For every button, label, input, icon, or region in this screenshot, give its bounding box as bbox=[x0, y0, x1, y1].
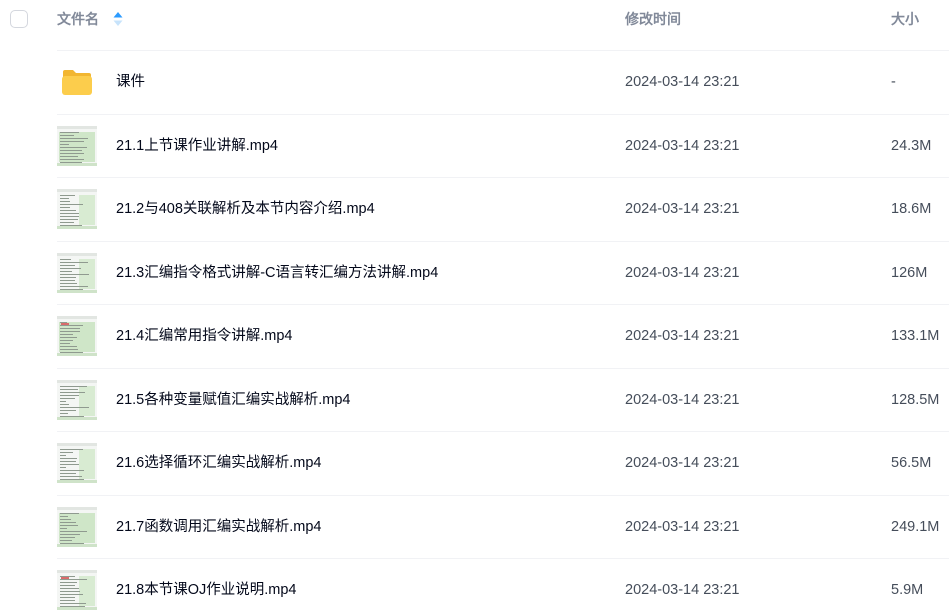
column-header-size[interactable]: 大小 bbox=[891, 10, 919, 28]
file-modified-time: 2024-03-14 23:21 bbox=[625, 391, 740, 408]
file-name[interactable]: 21.4汇编常用指令讲解.mp4 bbox=[116, 327, 292, 345]
video-thumbnail bbox=[57, 443, 97, 483]
column-header-modified-time[interactable]: 修改时间 bbox=[625, 10, 681, 28]
file-modified-time: 2024-03-14 23:21 bbox=[625, 264, 740, 281]
video-thumbnail bbox=[57, 252, 97, 293]
file-name[interactable]: 21.8本节课OJ作业说明.mp4 bbox=[116, 581, 297, 599]
video-thumbnail bbox=[57, 316, 97, 356]
file-row[interactable]: 21.6选择循环汇编实战解析.mp4 2024-03-14 23:21 56.5M bbox=[0, 432, 949, 496]
file-name[interactable]: 课件 bbox=[116, 73, 145, 91]
file-name[interactable]: 21.5各种变量赋值汇编实战解析.mp4 bbox=[116, 391, 350, 409]
file-size: 128.5M bbox=[891, 391, 940, 408]
file-modified-time: 2024-03-14 23:21 bbox=[625, 455, 740, 471]
file-row[interactable]: 21.8本节课OJ作业说明.mp4 2024-03-14 23:21 5.9M bbox=[0, 559, 949, 611]
file-name[interactable]: 21.1上节课作业讲解.mp4 bbox=[116, 137, 278, 155]
video-thumbnail bbox=[57, 125, 97, 166]
file-size: 24.3M bbox=[891, 137, 932, 154]
file-row[interactable]: 21.5各种变量赋值汇编实战解析.mp4 2024-03-14 23:21 128.… bbox=[0, 369, 949, 433]
file-list-page: 文件名 修改时间 大小 课件 2024-03-14 23:21 - 21.1上节课作业… bbox=[0, 0, 949, 611]
file-modified-time: 2024-03-14 23:21 bbox=[625, 582, 740, 598]
folder-row[interactable]: 课件 2024-03-14 23:21 - bbox=[0, 51, 949, 115]
file-list: 课件 2024-03-14 23:21 - 21.1上节课作业讲解.mp4 2024-0… bbox=[0, 51, 949, 611]
file-size: 56.5M bbox=[891, 455, 932, 471]
file-list-header: 文件名 修改时间 大小 bbox=[0, 0, 949, 48]
file-name[interactable]: 21.6选择循环汇编实战解析.mp4 bbox=[116, 454, 321, 472]
file-size: 249.1M bbox=[891, 518, 940, 535]
video-thumbnail bbox=[57, 570, 97, 610]
file-size: 18.6M bbox=[891, 201, 932, 217]
file-name[interactable]: 21.3汇编指令格式讲解-C语言转汇编方法讲解.mp4 bbox=[116, 264, 438, 282]
column-header-name[interactable]: 文件名 bbox=[57, 10, 99, 28]
select-all-checkbox[interactable] bbox=[10, 10, 28, 28]
file-row[interactable]: 21.4汇编常用指令讲解.mp4 2024-03-14 23:21 133.1M bbox=[0, 305, 949, 369]
file-size: 126M bbox=[891, 264, 928, 281]
file-row[interactable]: 21.3汇编指令格式讲解-C语言转汇编方法讲解.mp4 2024-03-14 23… bbox=[0, 242, 949, 306]
file-modified-time: 2024-03-14 23:21 bbox=[625, 74, 740, 90]
file-name[interactable]: 21.7函数调用汇编实战解析.mp4 bbox=[116, 518, 321, 536]
file-row[interactable]: 21.7函数调用汇编实战解析.mp4 2024-03-14 23:21 249.1M bbox=[0, 496, 949, 560]
file-modified-time: 2024-03-14 23:21 bbox=[625, 137, 740, 154]
file-size: 5.9M bbox=[891, 582, 924, 598]
video-thumbnail bbox=[57, 189, 97, 229]
video-thumbnail bbox=[57, 379, 97, 420]
video-thumbnail bbox=[57, 506, 97, 547]
file-modified-time: 2024-03-14 23:21 bbox=[625, 518, 740, 535]
file-row[interactable]: 21.2与408关联解析及本节内容介绍.mp4 2024-03-14 23:21 1… bbox=[0, 178, 949, 242]
file-size: 133.1M bbox=[891, 328, 940, 344]
file-name[interactable]: 21.2与408关联解析及本节内容介绍.mp4 bbox=[116, 200, 375, 218]
sort-ascending-icon[interactable] bbox=[113, 11, 123, 27]
file-modified-time: 2024-03-14 23:21 bbox=[625, 201, 740, 217]
file-modified-time: 2024-03-14 23:21 bbox=[625, 328, 740, 344]
folder-icon bbox=[62, 70, 92, 95]
file-row[interactable]: 21.1上节课作业讲解.mp4 2024-03-14 23:21 24.3M bbox=[0, 115, 949, 179]
file-size: - bbox=[891, 74, 896, 90]
